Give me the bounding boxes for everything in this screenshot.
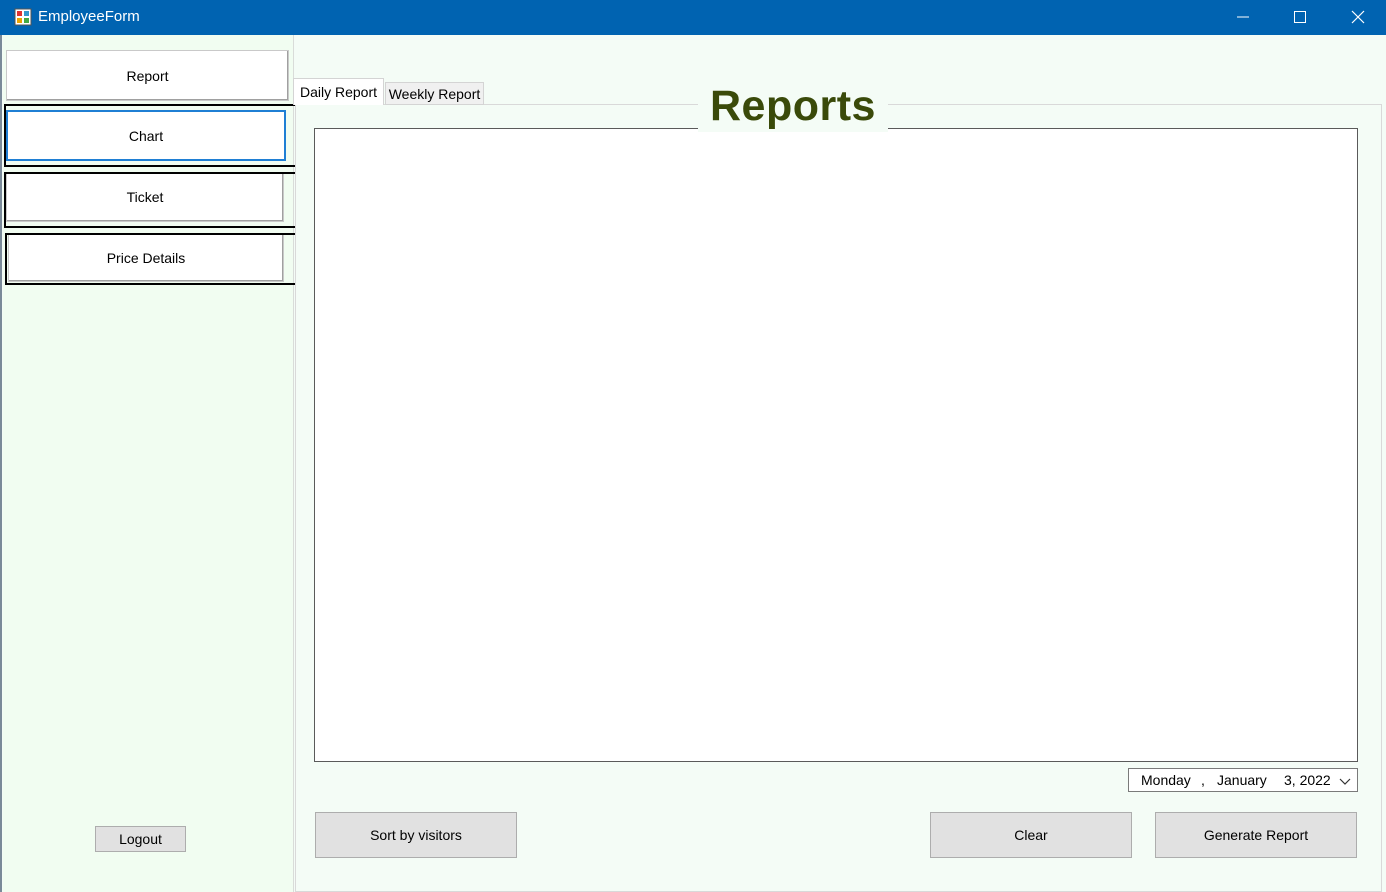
window-border: [0, 35, 2, 892]
callout-box-2: [4, 172, 303, 228]
logout-button[interactable]: Logout: [95, 826, 186, 852]
date-picker[interactable]: Monday , January 3, 2022: [1128, 768, 1358, 792]
sort-by-visitors-button[interactable]: Sort by visitors: [315, 812, 517, 858]
tab-daily-report[interactable]: Daily Report: [293, 78, 384, 105]
maximize-icon: [1294, 11, 1306, 23]
logout-label: Logout: [119, 831, 162, 847]
tab-label: Daily Report: [299, 84, 378, 100]
close-button[interactable]: [1335, 0, 1381, 35]
button-label: Clear: [1014, 827, 1048, 843]
tab-weekly-report[interactable]: Weekly Report: [385, 82, 484, 105]
date-day-year: 3, 2022: [1284, 772, 1331, 788]
minimize-button[interactable]: [1220, 0, 1266, 35]
window-title: EmployeeForm: [38, 8, 140, 25]
sidebar-item-label: Report: [126, 67, 169, 84]
maximize-button[interactable]: [1277, 0, 1323, 35]
callout-box-1: [4, 104, 301, 167]
close-icon: [1351, 10, 1365, 24]
clear-button[interactable]: Clear: [930, 812, 1132, 858]
date-day-name: Monday: [1141, 772, 1191, 788]
generate-report-button[interactable]: Generate Report: [1155, 812, 1357, 858]
sidebar-item-report[interactable]: Report: [6, 50, 289, 101]
date-month: January: [1217, 772, 1267, 788]
tab-label: Weekly Report: [388, 85, 481, 102]
minimize-icon: [1237, 16, 1249, 18]
page-title: Reports: [698, 80, 888, 132]
chevron-down-icon[interactable]: [1339, 774, 1351, 790]
callout-box-3: [5, 233, 304, 285]
title-bar: EmployeeForm: [0, 0, 1386, 35]
report-panel[interactable]: [314, 128, 1358, 762]
button-label: Generate Report: [1203, 827, 1309, 843]
button-label: Sort by visitors: [370, 827, 462, 843]
app-icon: [14, 8, 32, 26]
date-separator: ,: [1201, 772, 1205, 788]
